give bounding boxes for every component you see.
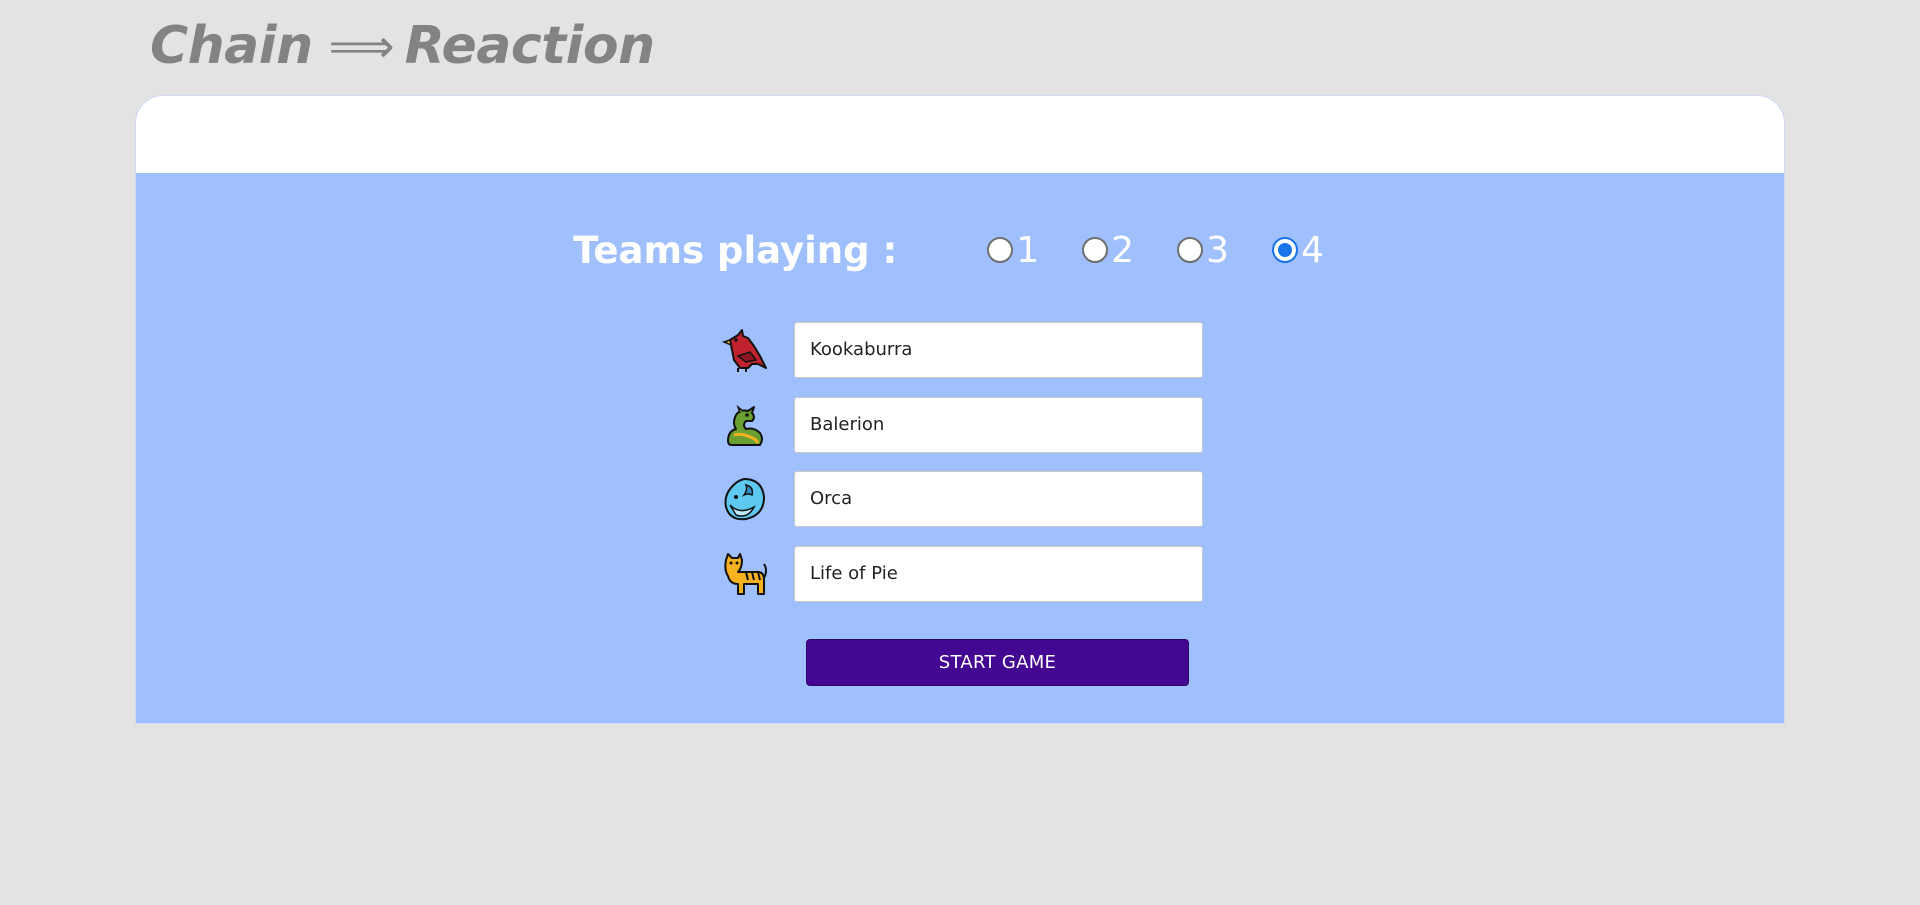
tiger-icon	[720, 550, 768, 598]
team-count-radio-3[interactable]	[1177, 237, 1204, 263]
team-count-option-1[interactable]: 1	[987, 230, 1039, 271]
team-name-input-4[interactable]	[794, 545, 1203, 602]
team-name-input-1[interactable]	[794, 321, 1203, 378]
team-name-input-3[interactable]	[794, 470, 1203, 527]
team-name-input-2[interactable]	[794, 396, 1203, 453]
dragon-icon	[720, 401, 768, 449]
app-title: Chain ⟹ Reaction	[150, 14, 655, 78]
team-row-4	[720, 545, 1203, 602]
long-arrow-icon: ⟹	[328, 19, 395, 73]
team-count-option-label: 1	[1016, 229, 1040, 271]
app-title-left: Chain	[150, 16, 313, 76]
team-count-option-label: 3	[1206, 229, 1229, 271]
card-header-strip	[136, 96, 1784, 173]
team-count-radio-4[interactable]	[1271, 237, 1298, 263]
whale-icon	[720, 475, 768, 523]
team-row-1	[720, 321, 1203, 378]
team-count-option-label: 4	[1300, 229, 1324, 271]
bird-icon	[720, 326, 768, 374]
start-game-button[interactable]: START GAME	[806, 639, 1189, 686]
team-row-3	[720, 470, 1203, 527]
team-count-selector: Teams playing : 1 2 3 4	[0, 220, 1920, 280]
team-row-2	[720, 396, 1203, 453]
team-count-option-3[interactable]: 3	[1177, 230, 1229, 271]
team-count-option-4[interactable]: 4	[1271, 229, 1324, 271]
app-title-right: Reaction	[404, 16, 656, 76]
team-count-option-label: 2	[1111, 229, 1135, 271]
team-count-option-2[interactable]: 2	[1082, 230, 1134, 271]
teams-playing-label: Teams playing :	[573, 228, 898, 272]
team-count-radio-1[interactable]	[987, 237, 1014, 263]
team-count-radio-2[interactable]	[1082, 237, 1109, 263]
